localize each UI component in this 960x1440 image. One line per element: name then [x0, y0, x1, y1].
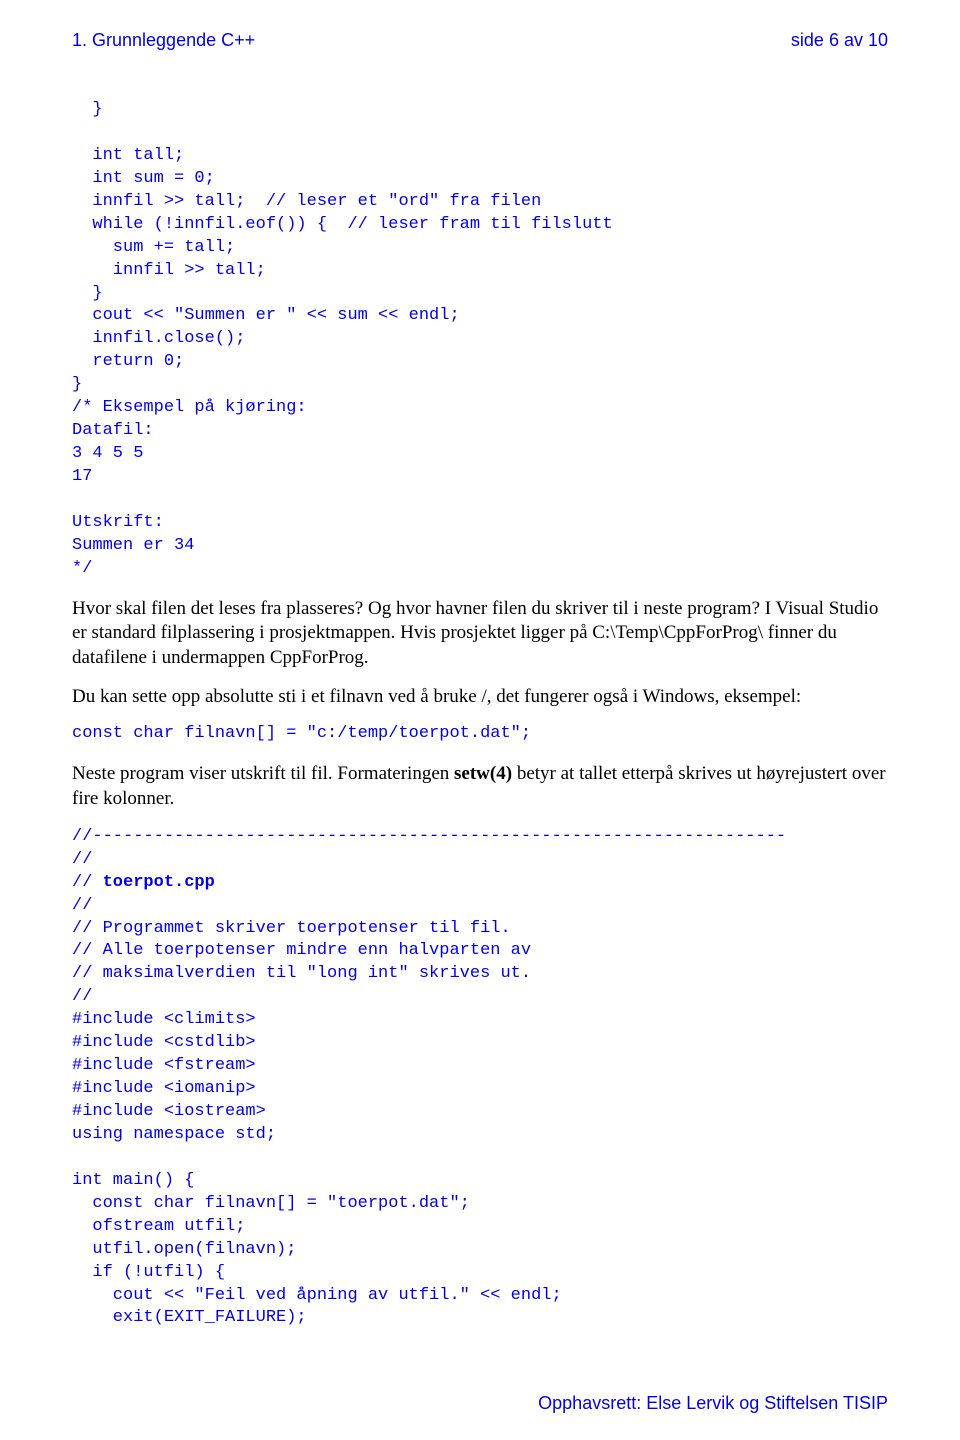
code-block-3: //--------------------------------------… — [72, 826, 888, 1331]
page-footer: Opphavsrett: Else Lervik og Stiftelsen T… — [538, 1393, 888, 1414]
header-left: 1. Grunnleggende C++ — [72, 30, 255, 51]
page-header: 1. Grunnleggende C++ side 6 av 10 — [72, 30, 888, 51]
code-block-3b: // // Programmet skriver toerpotenser ti… — [72, 896, 562, 1328]
paragraph-2: Du kan sette opp absolutte sti i et filn… — [72, 685, 888, 710]
paragraph-3-a: Neste program viser utskrift til fil. Fo… — [72, 763, 454, 784]
paragraph-3-bold: setw(4) — [454, 763, 512, 784]
code-block-3-bold: toerpot.cpp — [103, 873, 215, 892]
header-right: side 6 av 10 — [791, 30, 888, 51]
code-block-1: } int tall; int sum = 0; innfil >> tall;… — [72, 99, 888, 581]
code-block-2: const char filnavn[] = "c:/temp/toerpot.… — [72, 723, 888, 746]
paragraph-3: Neste program viser utskrift til fil. Fo… — [72, 762, 888, 811]
paragraph-1: Hvor skal filen det leses fra plasseres?… — [72, 597, 888, 671]
page: 1. Grunnleggende C++ side 6 av 10 } int … — [0, 0, 960, 1440]
